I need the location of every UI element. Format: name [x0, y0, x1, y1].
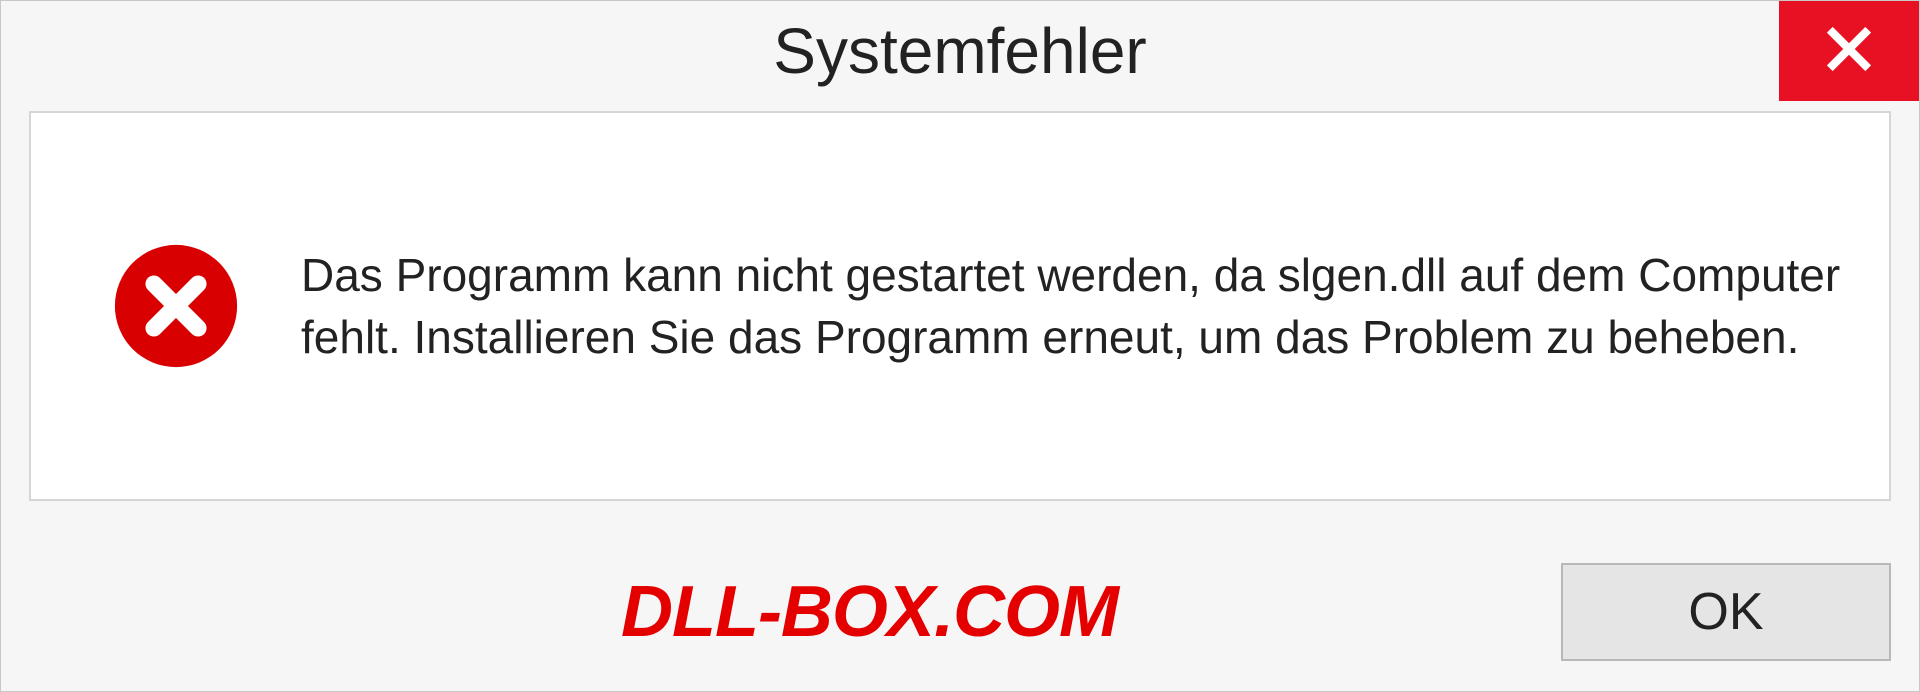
close-icon — [1821, 21, 1877, 82]
title-bar: Systemfehler — [1, 1, 1919, 101]
error-icon — [111, 241, 241, 371]
watermark-text: DLL-BOX.COM — [621, 571, 1118, 653]
close-button[interactable] — [1779, 1, 1919, 101]
error-message: Das Programm kann nicht gestartet werden… — [301, 244, 1849, 368]
dialog-footer: DLL-BOX.COM OK — [1, 563, 1919, 661]
dialog-title: Systemfehler — [773, 14, 1146, 88]
ok-button[interactable]: OK — [1561, 563, 1891, 661]
content-panel: Das Programm kann nicht gestartet werden… — [29, 111, 1891, 501]
error-dialog: Systemfehler Das Programm kann nicht ges… — [0, 0, 1920, 692]
